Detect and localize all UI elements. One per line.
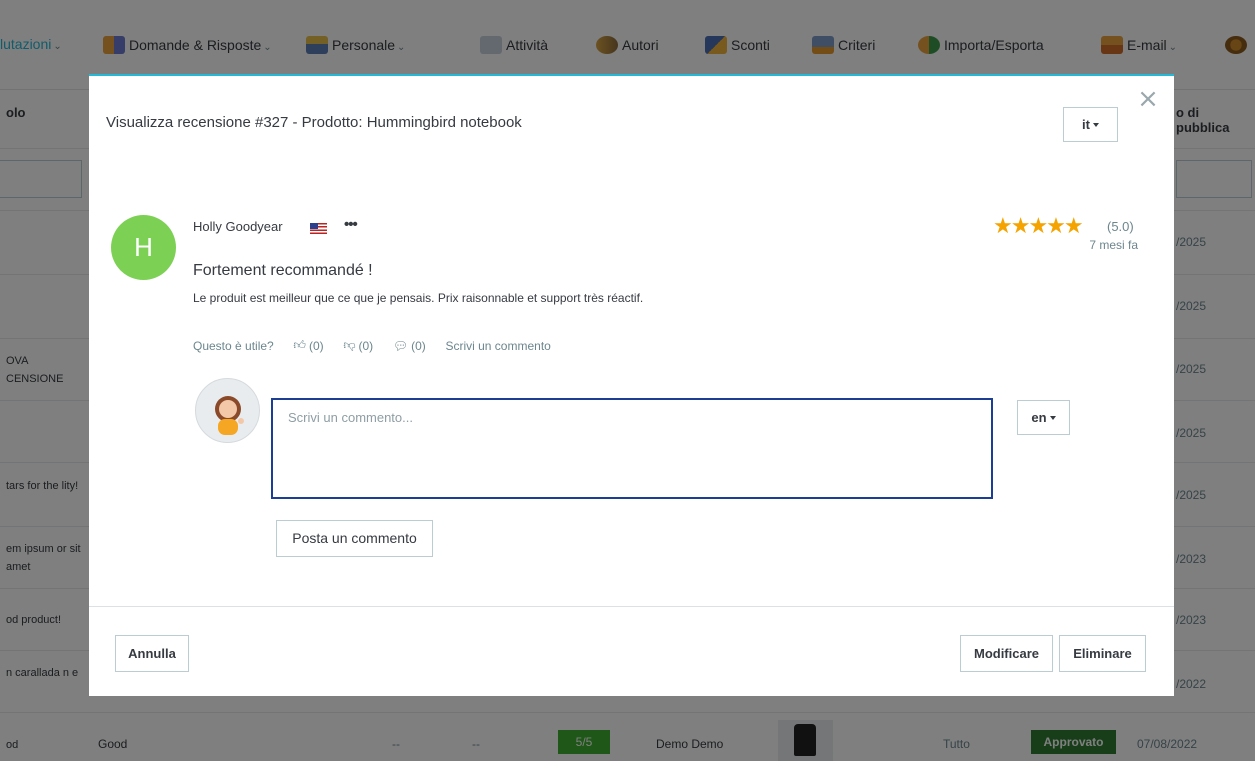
thumbs-down-icon: 👎︎ <box>343 338 356 353</box>
modal-title: Visualizza recensione #327 - Prodotto: H… <box>106 114 522 131</box>
delete-button[interactable]: Eliminare <box>1059 635 1146 672</box>
comments-button[interactable]: 💬︎ (0) <box>393 338 426 353</box>
write-comment-link[interactable]: Scrivi un commento <box>445 339 550 353</box>
comment-language-select[interactable]: en <box>1017 400 1070 435</box>
view-review-modal: Visualizza recensione #327 - Prodotto: H… <box>89 74 1174 696</box>
comment-input[interactable] <box>273 400 991 497</box>
user-avatar-illustration <box>215 396 244 435</box>
useful-question: Questo è utile? <box>193 338 274 353</box>
avatar: H <box>111 215 176 280</box>
post-comment-button[interactable]: Posta un commento <box>276 520 433 557</box>
comment-count: (0) <box>411 339 426 354</box>
like-button[interactable]: 👍︎ (0) <box>293 338 323 353</box>
comment-field-wrapper <box>271 398 993 499</box>
edit-button[interactable]: Modificare <box>960 635 1053 672</box>
thumbs-up-icon: 👍︎ <box>293 338 306 353</box>
more-options-icon[interactable]: ••• <box>344 216 358 233</box>
review-time: 7 mesi fa <box>1089 238 1138 252</box>
footer-divider <box>89 606 1174 607</box>
user-avatar <box>195 378 260 443</box>
review-text: Le produit est meilleur que ce que je pe… <box>193 291 644 305</box>
rating-stars: ★★★★★ <box>993 214 1084 239</box>
rating-value: (5.0) <box>1107 219 1134 234</box>
cancel-button[interactable]: Annulla <box>115 635 189 672</box>
useful-row: Questo è utile? 👍︎ (0) 👎︎ (0) 💬︎ (0) Scrivi… <box>193 338 551 353</box>
us-flag-icon <box>310 223 327 234</box>
like-count: (0) <box>308 338 324 353</box>
language-label: en <box>1031 410 1047 425</box>
caret-down-icon <box>1092 123 1099 127</box>
language-label: it <box>1082 117 1090 132</box>
caret-down-icon <box>1049 416 1056 420</box>
comment-icon: 💬︎ <box>392 339 409 354</box>
language-select-button[interactable]: it <box>1063 107 1118 142</box>
close-icon[interactable]: × <box>1137 86 1159 112</box>
modal-header: Visualizza recensione #327 - Prodotto: H… <box>89 76 1174 166</box>
dislike-count: (0) <box>358 338 374 353</box>
review-title: Fortement recommandé ! <box>193 262 373 279</box>
dislike-button[interactable]: 👎︎ (0) <box>343 338 373 353</box>
review-author: Holly Goodyear <box>193 219 283 234</box>
